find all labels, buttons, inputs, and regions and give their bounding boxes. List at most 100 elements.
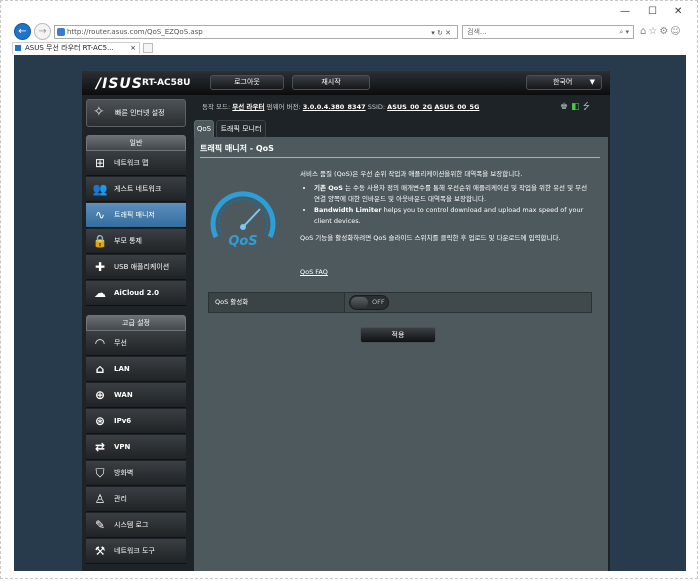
list-item: Bandwidth Limiter helps you to control d… xyxy=(314,205,588,227)
sidebar-item-label: 관리 xyxy=(114,495,127,503)
system-log-icon: ✎ xyxy=(94,518,106,532)
back-button[interactable]: ← xyxy=(14,23,31,40)
router-model: RT-AC58U xyxy=(142,78,191,88)
status-line: 동작 모드: 무선 라우터 펌웨어 버전: 3.0.0.4.380_8347 S… xyxy=(202,101,492,111)
ipv6-icon: ⊛ xyxy=(94,414,106,428)
sidebar-item-parental-control[interactable]: 🔒 부모 통제 xyxy=(86,229,186,254)
language-select[interactable]: 한국어 ▼ xyxy=(526,75,602,90)
sidebar-item-lan[interactable]: ⌂ LAN xyxy=(86,357,186,382)
close-window-button[interactable]: ✕ xyxy=(674,6,682,17)
sidebar-item-label: 방화벽 xyxy=(114,469,134,477)
firewall-icon: ⛉ xyxy=(95,466,105,480)
sidebar-item-firewall[interactable]: ⛉ 방화벽 xyxy=(86,461,186,486)
apply-button[interactable]: 적용 xyxy=(360,327,436,343)
address-bar[interactable]: http://router.asus.com/QoS_EZQoS.asp ▾ ↻… xyxy=(54,25,458,39)
sidebar-item-label: AiCloud 2.0 xyxy=(114,289,159,297)
app-status-icon[interactable]: ◧ xyxy=(571,102,583,112)
toolbar-icons: ⌂☆⚙☺ xyxy=(640,26,683,37)
sidebar-item-system-log[interactable]: ✎ 시스템 로그 xyxy=(86,513,186,538)
qos-toggle-switch[interactable]: OFF xyxy=(349,295,389,310)
address-text: http://router.asus.com/QoS_EZQoS.asp xyxy=(67,28,203,36)
sidebar-item-administration[interactable]: ♙ 관리 xyxy=(86,487,186,512)
refresh-icon[interactable]: ▾ ↻ ✕ xyxy=(431,26,451,40)
switch-state: OFF xyxy=(372,298,385,306)
qos-gauge-icon: QoS xyxy=(210,191,276,249)
tab-qos[interactable]: QoS xyxy=(194,120,214,137)
sidebar-item-ipv6[interactable]: ⊛ IPv6 xyxy=(86,409,186,434)
sidebar-item-label: 무선 xyxy=(114,339,127,347)
network-map-icon: ⊞ xyxy=(94,156,106,170)
network-tools-icon: ⚒ xyxy=(94,544,106,558)
wireless-icon: ◠ xyxy=(94,336,106,350)
browser-toolbar: ← → http://router.asus.com/QoS_EZQoS.asp… xyxy=(6,22,694,42)
asus-logo: /ISUS xyxy=(96,76,143,92)
sidebar-item-network-map[interactable]: ⊞ 네트워크 맵 xyxy=(86,151,186,176)
sidebar-item-label: WAN xyxy=(114,391,133,399)
sidebar-item-label: 부모 통제 xyxy=(114,237,142,245)
browser-tabs: ASUS 무선 라우터 RT-AC5... × xyxy=(6,42,694,54)
operation-mode-link[interactable]: 무선 라우터 xyxy=(232,103,264,111)
smiley-feedback-icon[interactable]: ☺ xyxy=(670,26,682,37)
search-input[interactable]: 검색... ⌕ ▾ xyxy=(462,25,634,39)
language-value: 한국어 xyxy=(553,78,573,86)
sidebar-item-label: USB 애플리케이션 xyxy=(114,263,170,271)
intro-text: 서비스 품질 (QoS)은 우선 순위 작업과 애플리케이션을위한 대역폭을 보… xyxy=(300,170,523,178)
aicloud-icon: ☁ xyxy=(94,286,106,300)
arrow-left-icon: ← xyxy=(18,26,27,37)
sidebar-item-usb-application[interactable]: ✚ USB 애플리케이션 xyxy=(86,255,186,280)
search-placeholder: 검색... xyxy=(467,28,487,36)
tab-traffic-monitor[interactable]: 트래픽 모니터 xyxy=(216,120,266,137)
new-tab-button[interactable] xyxy=(143,43,153,53)
sidebar-item-label: LAN xyxy=(114,365,130,373)
reboot-button[interactable]: 재시작 xyxy=(292,75,370,90)
minimize-button[interactable]: — xyxy=(620,6,630,17)
sidebar-item-traffic-manager[interactable]: ∿ 트래픽 매니저 xyxy=(86,203,186,228)
settings-gear-icon[interactable]: ⚙ xyxy=(659,26,670,37)
sidebar-item-label: 시스템 로그 xyxy=(114,521,149,529)
arrow-right-icon: → xyxy=(38,26,47,37)
window-titlebar: — ☐ ✕ xyxy=(6,6,694,20)
logout-button[interactable]: 로그아웃 xyxy=(210,75,284,90)
operation-mode-label: 동작 모드: xyxy=(202,103,231,111)
usb-application-icon: ✚ xyxy=(94,260,106,274)
qos-faq-link[interactable]: QoS FAQ xyxy=(300,268,328,276)
tab-title: ASUS 무선 라우터 RT-AC5... xyxy=(25,44,114,52)
wan-icon: ⊕ xyxy=(94,388,106,402)
router-header: /ISUS RT-AC58U 로그아웃 재시작 한국어 ▼ xyxy=(82,71,610,95)
usb-status-icon[interactable]: ⭍ xyxy=(583,102,594,112)
forward-button[interactable]: → xyxy=(34,23,51,40)
enable-hint: QoS 기능을 활성화하려면 QoS 슬라이드 스위치를 클릭한 후 업로드 및… xyxy=(300,234,561,242)
ssid-2g-link[interactable]: ASUS_00_2G xyxy=(387,103,432,111)
router-ui: /ISUS RT-AC58U 로그아웃 재시작 한국어 ▼ ✧ 빠른 인터넷 설… xyxy=(82,71,610,571)
list-item: 기존 QoS 는 수동 사용자 정의 매개변수를 통해 우선순위 애플리케이션 … xyxy=(314,183,588,205)
ssid-label: SSID: xyxy=(367,103,386,111)
page-viewport: /ISUS RT-AC58U 로그아웃 재시작 한국어 ▼ ✧ 빠른 인터넷 설… xyxy=(14,55,686,571)
qos-enable-row: QoS 활성화 OFF xyxy=(208,292,592,313)
sidebar-item-aicloud[interactable]: ☁ AiCloud 2.0 xyxy=(86,281,186,306)
browser-tab-active[interactable]: ASUS 무선 라우터 RT-AC5... × xyxy=(12,42,140,54)
sidebar-item-label: VPN xyxy=(114,443,131,451)
maximize-button[interactable]: ☐ xyxy=(648,6,657,17)
switch-knob xyxy=(351,297,368,308)
magic-wand-icon: ✧ xyxy=(93,104,105,120)
sidebar-item-vpn[interactable]: ⇄ VPN xyxy=(86,435,186,460)
sidebar-item-wireless[interactable]: ◠ 무선 xyxy=(86,331,186,356)
search-icon[interactable]: ⌕ ▾ xyxy=(619,26,629,38)
qos-description: 서비스 품질 (QoS)은 우선 순위 작업과 애플리케이션을위한 대역폭을 보… xyxy=(300,169,588,244)
sidebar-item-wan[interactable]: ⊕ WAN xyxy=(86,383,186,408)
sidebar-item-label: 트래픽 매니저 xyxy=(114,211,155,219)
bandwidth-limiter-label: Bandwidth Limiter xyxy=(314,206,382,214)
quick-internet-setup-button[interactable]: ✧ 빠른 인터넷 설정 xyxy=(86,99,186,127)
firmware-link[interactable]: 3.0.0.4.380_8347 xyxy=(303,103,366,111)
sidebar-item-guest-network[interactable]: 👥 게스트 네트워크 xyxy=(86,177,186,202)
close-tab-icon[interactable]: × xyxy=(130,43,136,54)
guest-network-icon: 👥 xyxy=(92,182,108,196)
asus-favicon-icon xyxy=(15,45,21,51)
ssid-5g-link[interactable]: ASUS_00_5G xyxy=(434,103,479,111)
page-favicon-icon xyxy=(57,28,65,36)
client-status-icon[interactable]: ♚ xyxy=(560,102,571,112)
firmware-label: 펌웨어 버전: xyxy=(266,103,301,111)
favorites-star-icon[interactable]: ☆ xyxy=(648,26,659,37)
sidebar-item-network-tools[interactable]: ⚒ 네트워크 도구 xyxy=(86,539,186,564)
gauge-label: QoS xyxy=(228,234,257,249)
